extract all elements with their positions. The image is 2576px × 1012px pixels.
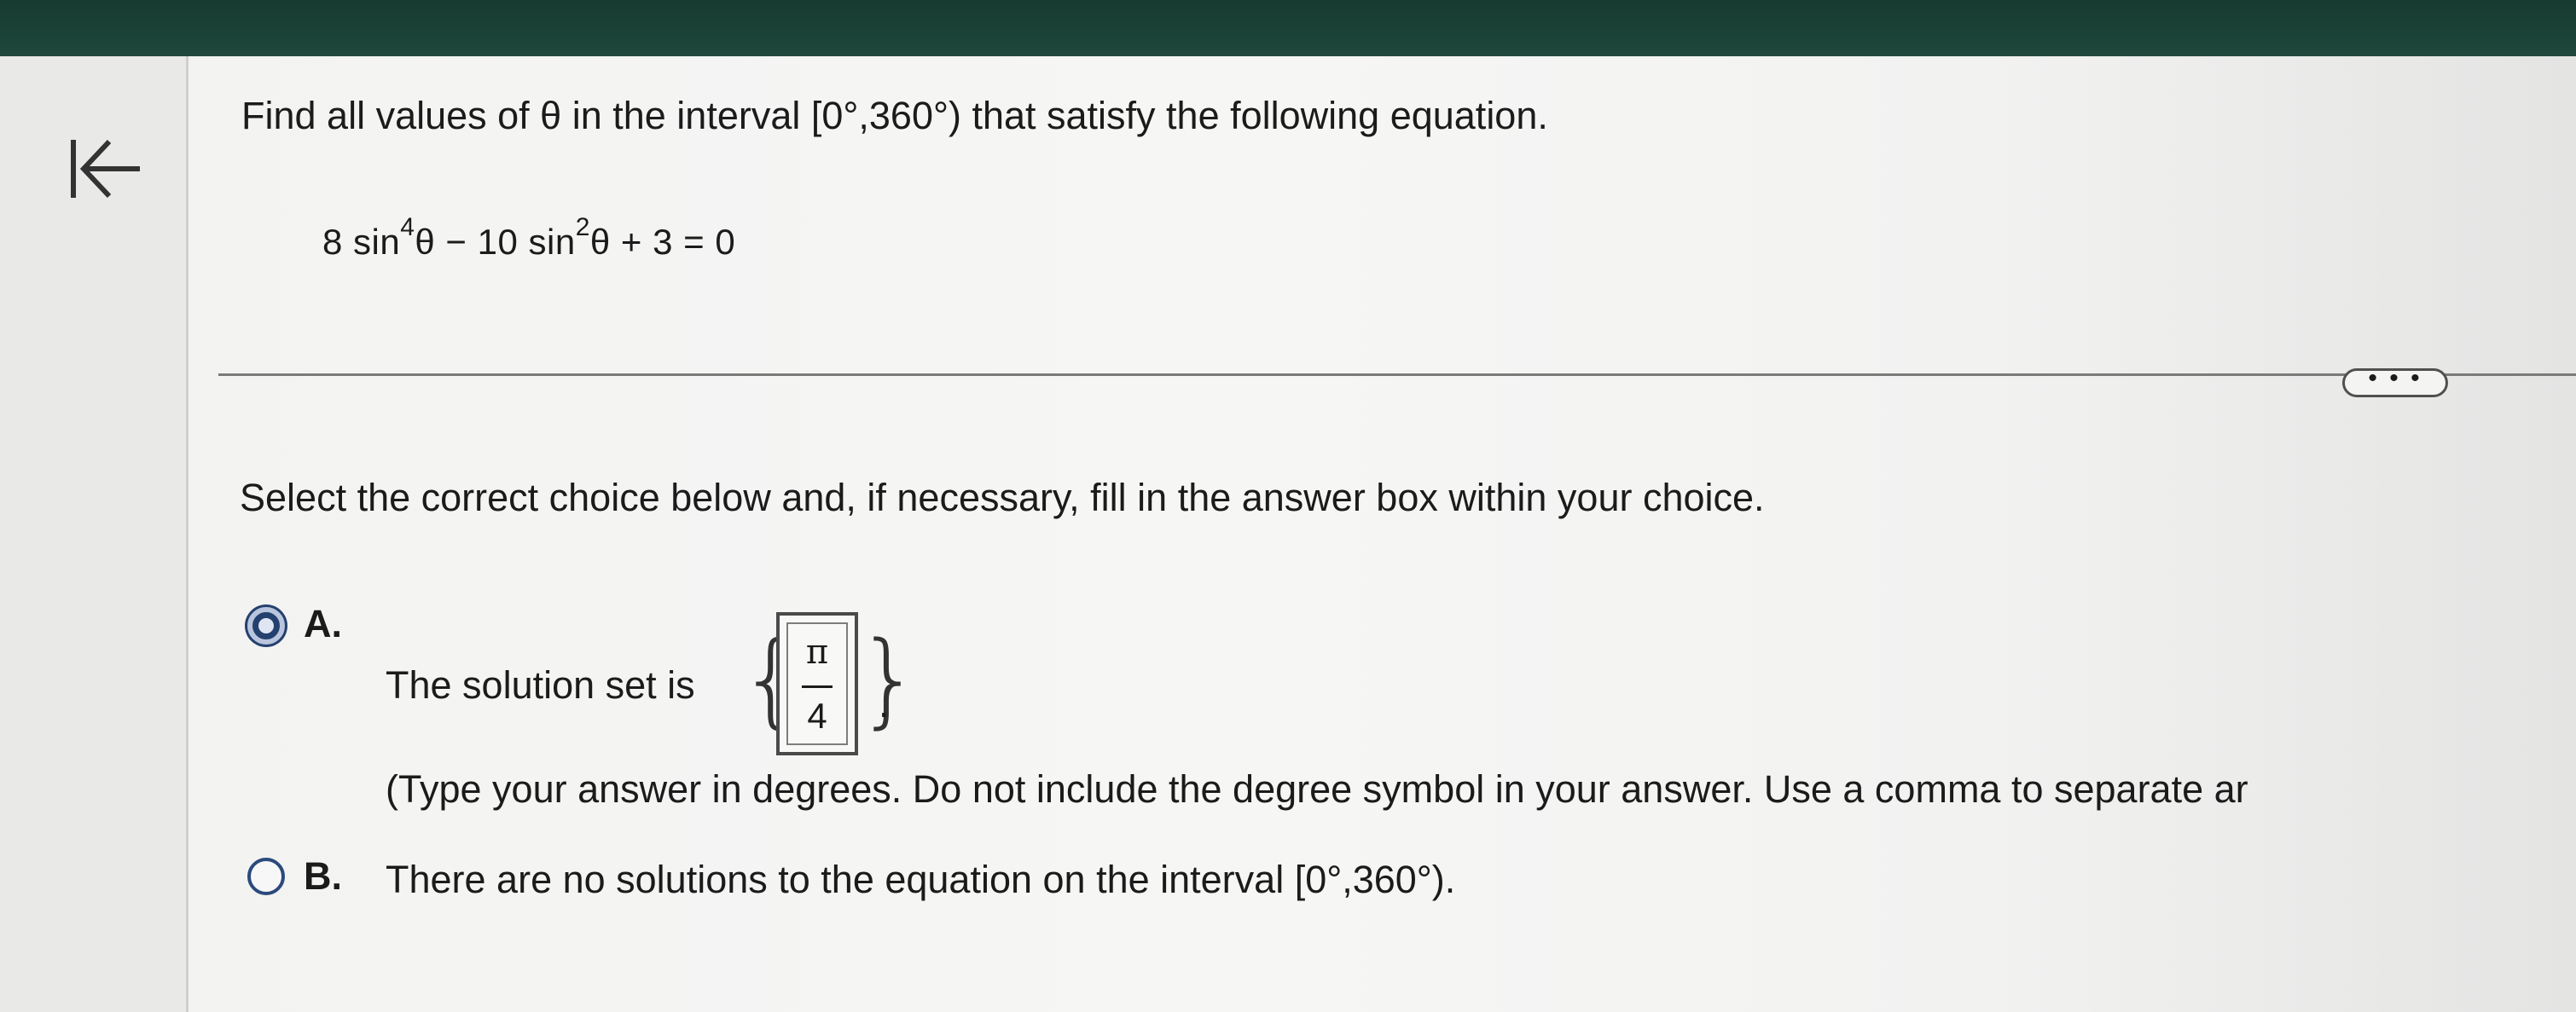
equation-exponent-2: 2	[575, 213, 590, 241]
question-prompt: Find all values of θ in the interval [0°…	[241, 94, 1548, 137]
window-top-band	[0, 0, 2576, 61]
answer-denominator: 4	[807, 696, 827, 736]
choice-a-radio[interactable]	[247, 607, 285, 645]
choice-b-text: There are no solutions to the equation o…	[386, 858, 1456, 901]
solution-period: .	[879, 682, 890, 726]
answer-hint: (Type your answer in degrees. Do not inc…	[386, 767, 2248, 811]
solution-set-label: The solution set is	[386, 663, 695, 707]
answer-numerator: π	[805, 633, 829, 672]
section-divider	[218, 373, 2576, 376]
equation-exponent-4: 4	[400, 213, 415, 241]
more-options-button[interactable]: • • •	[2342, 366, 2448, 397]
collapse-left-arrow-icon	[71, 139, 140, 199]
equation-term-2: θ − 10 sin	[415, 222, 576, 262]
choice-a-letter: A.	[304, 602, 342, 645]
choice-b-radio[interactable]	[247, 858, 285, 895]
collapse-sidebar-button[interactable]	[61, 126, 147, 211]
fraction-bar	[802, 685, 833, 688]
answer-input-box[interactable]: π 4	[776, 612, 858, 755]
equation-term-1: 8 sin	[322, 222, 401, 262]
equation-term-3: θ + 3 = 0	[589, 222, 736, 262]
choice-b-letter: B.	[304, 854, 342, 898]
equation: 8 sin4θ − 10 sin2θ + 3 = 0	[322, 213, 735, 263]
instruction-text: Select the correct choice below and, if …	[240, 476, 1765, 519]
